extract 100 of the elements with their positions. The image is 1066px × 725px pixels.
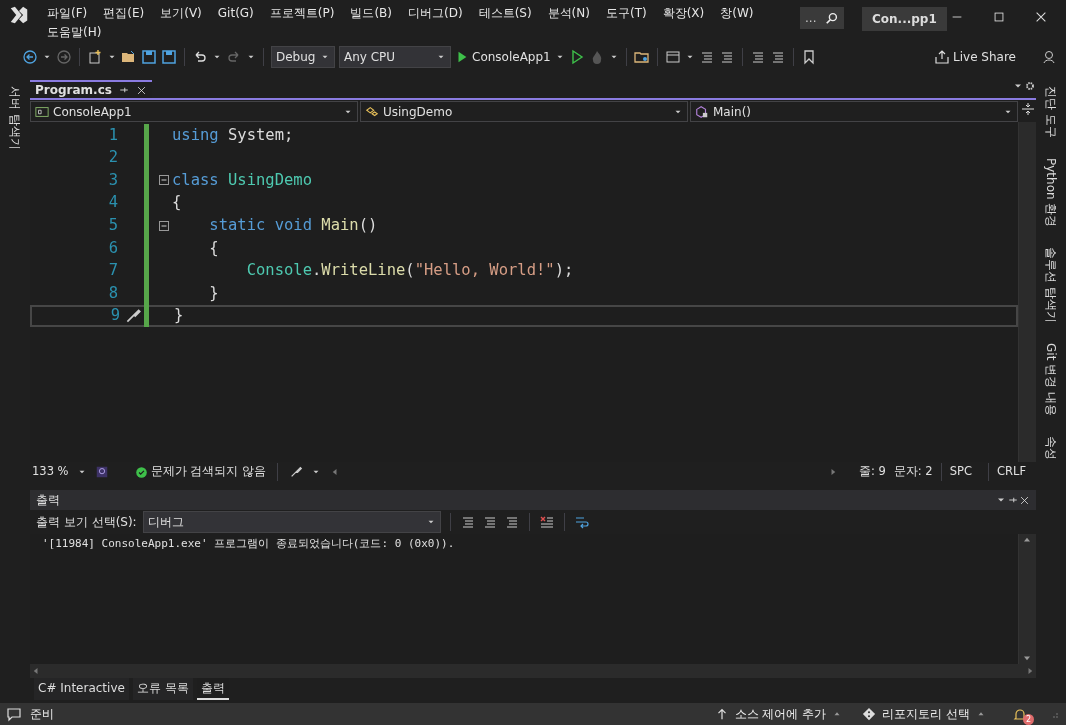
column-indicator[interactable]: 문자: 2: [893, 463, 933, 481]
brush-icon[interactable]: [124, 306, 142, 325]
line-number: 9: [109, 305, 121, 327]
start-button[interactable]: ConsoleApp1: [455, 48, 551, 66]
maximize-icon[interactable]: [992, 10, 1006, 24]
line-number: 6: [107, 237, 119, 259]
navigation-dropdown[interactable]: Main(): [690, 101, 1018, 122]
line-indicator[interactable]: 줄: 9: [858, 463, 886, 481]
menu-item[interactable]: 창(W): [713, 4, 761, 23]
whitespace-indicator[interactable]: SPC: [940, 463, 980, 481]
word-wrap-icon[interactable]: [573, 514, 590, 530]
dropdown-text: 디버그: [147, 514, 184, 531]
sidebar-tab[interactable]: 속성: [1043, 434, 1059, 463]
menu-item[interactable]: 빌드(B): [343, 4, 399, 23]
menu-item[interactable]: 프로젝트(P): [262, 4, 342, 23]
panel-title: 출력: [36, 492, 60, 509]
code-line: static void Main(): [208, 215, 378, 237]
document-tab[interactable]: Program.cs: [30, 80, 152, 98]
save-all-icon[interactable]: [161, 49, 177, 65]
source-control-button[interactable]: 소스 제어에 추가: [714, 705, 843, 723]
search-icon: [825, 11, 839, 25]
close-icon[interactable]: [1034, 10, 1048, 24]
panel-tab[interactable]: C# Interactive: [34, 678, 129, 700]
project-icon: [35, 104, 49, 119]
menu-item[interactable]: 테스트(S): [471, 4, 539, 23]
code-line: }: [174, 305, 184, 327]
code-line: }: [208, 282, 219, 304]
line-number: 5: [107, 215, 119, 237]
folder-icon[interactable]: [633, 49, 650, 65]
code-line: class UsingDemo: [172, 169, 312, 191]
live-share-button[interactable]: Live Share: [934, 48, 1016, 66]
method-icon: [695, 104, 709, 119]
navigation-dropdown[interactable]: UsingDemo: [360, 101, 688, 122]
repository-button[interactable]: 리포지토리 선택: [862, 705, 986, 723]
scrollbar[interactable]: [30, 664, 1036, 678]
menu-item[interactable]: 도구(T): [598, 4, 654, 23]
search-text: ...: [805, 10, 817, 27]
tab-label: Program.cs: [35, 82, 112, 99]
sidebar-tab[interactable]: 진단 도구: [1043, 84, 1059, 140]
search-box[interactable]: ...: [800, 7, 844, 29]
status-message: 준비: [30, 706, 54, 723]
window-icon[interactable]: [664, 49, 681, 65]
sidebar-tab[interactable]: Python 환경: [1043, 155, 1059, 230]
solution-name: Con...pp1: [862, 7, 947, 31]
line-number: 3: [107, 169, 119, 191]
forward-icon[interactable]: [56, 49, 72, 65]
code-line: using System;: [172, 124, 294, 146]
panel-tab[interactable]: 오류 목록: [132, 678, 193, 700]
menu-item[interactable]: 파일(F): [40, 4, 95, 23]
menu-item[interactable]: 편집(E): [96, 4, 152, 23]
line-number: 2: [107, 147, 119, 169]
line-ending-indicator[interactable]: CRLF: [987, 463, 1034, 481]
close-icon[interactable]: [135, 84, 147, 96]
scrollbar[interactable]: [1018, 534, 1036, 664]
platform-dropdown[interactable]: Any CPU: [339, 46, 451, 68]
output-source-dropdown[interactable]: 디버그: [142, 511, 441, 533]
line-number: 4: [107, 192, 119, 214]
dropdown-text: ConsoleApp1: [53, 103, 133, 121]
split-icon[interactable]: [1020, 101, 1036, 117]
sidebar-tab[interactable]: Git 변경 내용: [1043, 341, 1059, 419]
dropdown-text: Any CPU: [344, 49, 396, 66]
menu-item[interactable]: 보기(V): [153, 4, 209, 23]
check-icon: [134, 465, 148, 479]
class-icon: [365, 104, 379, 119]
settings-icon[interactable]: [1024, 80, 1036, 92]
menu-item[interactable]: 분석(N): [540, 4, 597, 23]
open-folder-icon[interactable]: [121, 49, 137, 65]
share-icon: [934, 49, 951, 65]
close-icon[interactable]: [1019, 494, 1030, 506]
menu-item[interactable]: 확장(X): [655, 4, 712, 23]
save-icon[interactable]: [141, 49, 157, 65]
navigation-dropdown[interactable]: ConsoleApp1: [30, 101, 358, 122]
chat-icon[interactable]: [6, 706, 22, 722]
back-icon[interactable]: [22, 49, 38, 65]
line-number: 7: [107, 260, 119, 282]
output-source-label: 출력 보기 선택(S):: [36, 514, 137, 531]
menu-item[interactable]: 도움말(H): [40, 23, 109, 42]
zoom-level[interactable]: 133 %: [32, 463, 69, 481]
git-icon: [862, 707, 877, 721]
code-line: {: [172, 192, 182, 214]
output-line: '[11984] ConsoleApp1.exe' 프로그램이 종료되었습니다(코드: 0 (0x0)).: [42, 536, 456, 552]
notification-count: 2: [1023, 714, 1034, 725]
sidebar-tab[interactable]: 솔루션 탐색기: [1043, 245, 1059, 326]
menu-item[interactable]: Git(G): [210, 4, 261, 23]
menu-item[interactable]: 디버그(D): [401, 4, 470, 23]
new-item-icon[interactable]: [87, 49, 103, 65]
dropdown-text: UsingDemo: [383, 103, 454, 121]
scrollbar[interactable]: [1018, 122, 1036, 462]
issues-status[interactable]: 문제가 검색되지 않음: [150, 463, 266, 481]
line-number: 1: [107, 124, 119, 146]
code-line: {: [208, 237, 219, 259]
app-logo-icon: [8, 4, 30, 26]
sidebar-tab[interactable]: 서버 탐색기: [7, 84, 23, 152]
dropdown-text: Debug: [276, 49, 316, 66]
dropdown-text: Main(): [713, 103, 752, 121]
line-number: 8: [107, 282, 119, 304]
configuration-dropdown[interactable]: Debug: [271, 46, 335, 68]
bell-icon[interactable]: [1012, 706, 1028, 723]
clear-all-icon[interactable]: [538, 514, 555, 530]
code-line: Console.WriteLine("Hello, World!");: [245, 260, 574, 282]
